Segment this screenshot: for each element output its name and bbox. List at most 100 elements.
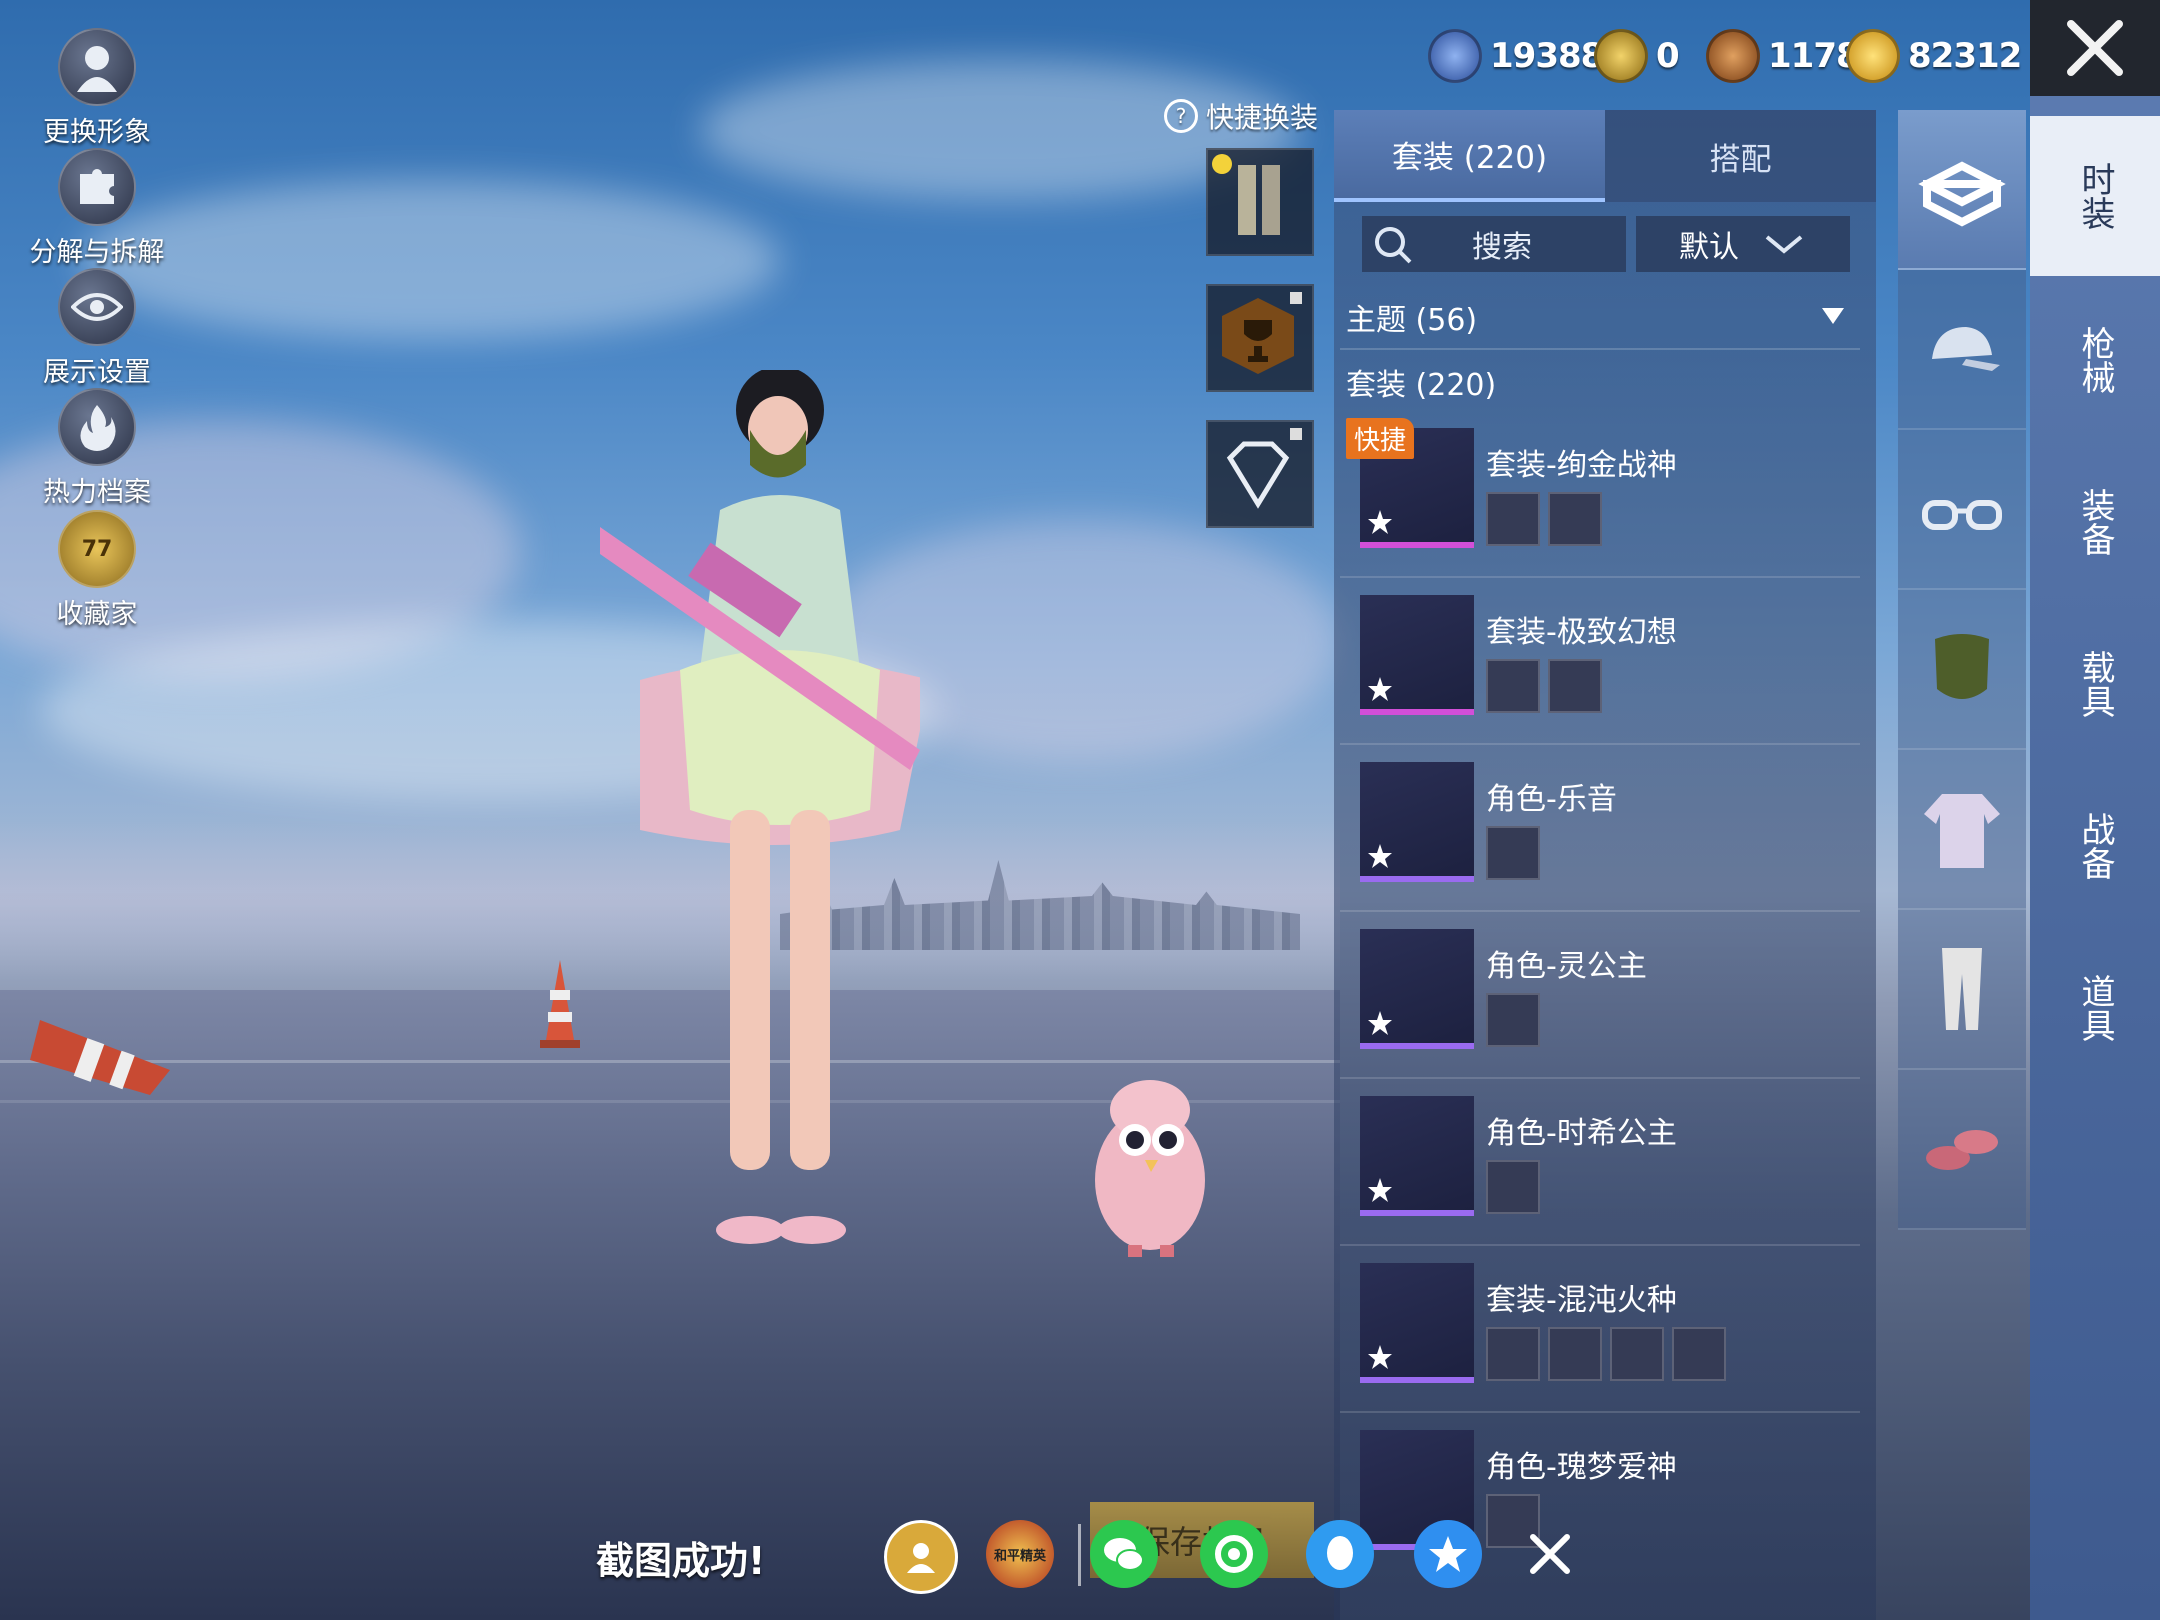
side-tab-items[interactable]: 道具	[2030, 928, 2160, 1088]
cap-icon	[1932, 327, 2000, 371]
quick-outfit-help[interactable]: ? 快捷换装	[1164, 96, 1318, 136]
currency-medal[interactable]: 19388	[1428, 28, 1604, 84]
part-icon[interactable]	[1486, 1160, 1540, 1214]
category-hat[interactable]	[1898, 270, 2026, 430]
quick-outfit-label: 快捷换装	[1206, 101, 1319, 134]
category-clothes[interactable]	[1898, 750, 2026, 910]
currency-gold-emblem-value: 0	[1656, 36, 1680, 76]
currency-bronze-token[interactable]: 1178	[1706, 28, 1860, 84]
side-tab-fashion[interactable]: 时装	[2030, 116, 2160, 276]
item-name: 角色-灵公主	[1486, 949, 1647, 984]
category-shoes[interactable]	[1898, 1070, 2026, 1230]
list-item[interactable]: 套装-混沌火种	[1340, 1245, 1860, 1413]
wechat-icon[interactable]	[1090, 1520, 1158, 1588]
help-icon: ?	[1164, 99, 1198, 133]
side-tab-guns[interactable]: 枪械	[2030, 280, 2160, 440]
puzzle-icon	[58, 148, 136, 226]
heat-archive-label: 热力档案	[43, 477, 151, 508]
side-tab-vehicles[interactable]: 载具	[2030, 604, 2160, 764]
divider	[1078, 1524, 1081, 1586]
part-icon[interactable]	[1548, 659, 1602, 713]
traffic-cone-left	[30, 1020, 170, 1095]
quick-slot-3-locked[interactable]	[1206, 420, 1314, 528]
list-item[interactable]: 角色-乐音	[1340, 744, 1860, 912]
pet-companion[interactable]	[1090, 1060, 1210, 1260]
eye-icon	[58, 268, 136, 346]
triangle-down-icon[interactable]	[1820, 306, 1846, 326]
part-icon[interactable]	[1486, 492, 1540, 546]
collector-badge-icon: 77	[58, 510, 136, 588]
search-icon	[1375, 227, 1412, 264]
outfit-thumbnail	[1212, 154, 1280, 235]
sort-label: 默认	[1679, 230, 1739, 265]
list-item[interactable]: 角色-灵公主	[1340, 911, 1860, 1079]
player-character[interactable]	[600, 370, 920, 1250]
gamecenter-share-icon[interactable]	[884, 1520, 958, 1594]
decompose-button[interactable]: 分解与拆解	[22, 148, 172, 269]
list-item[interactable]: 角色-时希公主	[1340, 1078, 1860, 1246]
currency-lightning[interactable]: 82312	[1846, 28, 2022, 84]
qq-icon[interactable]	[1306, 1520, 1374, 1588]
close-button[interactable]	[2030, 0, 2160, 96]
close-icon	[2067, 20, 2123, 76]
side-tab-combat-prep[interactable]: 战备	[2030, 766, 2160, 926]
quick-slot-2-locked[interactable]	[1206, 284, 1314, 392]
side-tab-label: 装备	[2075, 488, 2115, 556]
tab-combos[interactable]: 搭配	[1605, 110, 1876, 202]
quick-slot-1[interactable]	[1206, 148, 1314, 256]
display-settings-button[interactable]: 展示设置	[22, 268, 172, 389]
outfit-thumbnail	[1360, 929, 1474, 1049]
category-outfit[interactable]	[1898, 110, 2026, 270]
category-mask[interactable]	[1898, 590, 2026, 750]
share-close-button[interactable]	[1516, 1520, 1584, 1588]
part-icon[interactable]	[1486, 993, 1540, 1047]
heat-archive-button[interactable]: 热力档案	[22, 388, 172, 509]
outfit-tabs: 套装 (220) 搭配	[1334, 110, 1876, 202]
screenshot-toast: 截图成功!	[596, 1539, 766, 1583]
peace-elite-logo: 和平精英	[993, 1548, 1046, 1564]
gold-emblem-icon	[1594, 29, 1648, 83]
collector-button[interactable]: 77 收藏家	[22, 510, 172, 631]
search-input[interactable]: 搜索	[1362, 216, 1626, 272]
quick-badge: 快捷	[1346, 418, 1415, 459]
part-icon[interactable]	[1672, 1327, 1726, 1381]
change-avatar-label: 更换形象	[43, 117, 151, 148]
mask-icon	[1935, 634, 1989, 699]
part-icon[interactable]	[1486, 826, 1540, 880]
collector-level: 77	[81, 536, 113, 562]
bronze-token-icon	[1706, 29, 1760, 83]
sort-dropdown[interactable]: 默认	[1636, 216, 1850, 272]
change-avatar-button[interactable]: 更换形象	[22, 28, 172, 149]
close-icon	[1530, 1534, 1570, 1574]
medal-coin-icon	[1428, 29, 1482, 83]
clothes-icon	[1924, 794, 2000, 868]
part-icon[interactable]	[1486, 1327, 1540, 1381]
search-placeholder: 搜索	[1472, 230, 1532, 265]
star-icon	[1368, 1345, 1392, 1369]
currency-gold-emblem[interactable]: 0	[1594, 28, 1680, 84]
outfit-thumbnail	[1360, 1096, 1474, 1216]
category-pants[interactable]	[1898, 910, 2026, 1070]
peace-elite-share-icon[interactable]: 和平精英	[986, 1520, 1054, 1588]
moments-icon[interactable]	[1200, 1520, 1268, 1588]
category-glasses[interactable]	[1898, 430, 2026, 590]
item-name: 套装-混沌火种	[1486, 1283, 1677, 1318]
item-name: 套装-绚金战神	[1486, 448, 1677, 483]
diamond-icon	[1226, 428, 1302, 509]
side-tab-equipment[interactable]: 装备	[2030, 442, 2160, 602]
glasses-icon	[1922, 500, 2002, 530]
list-item[interactable]: 套装-极致幻想	[1340, 577, 1860, 745]
flame-icon	[58, 388, 136, 466]
part-icon[interactable]	[1548, 492, 1602, 546]
list-item[interactable]: 套装-绚金战神	[1340, 410, 1860, 578]
part-icon[interactable]	[1486, 659, 1540, 713]
star-icon	[1368, 1178, 1392, 1202]
part-icon[interactable]	[1610, 1327, 1664, 1381]
star-icon	[1368, 510, 1392, 534]
tab-sets[interactable]: 套装 (220)	[1334, 110, 1605, 202]
part-icon[interactable]	[1548, 1327, 1602, 1381]
currency-medal-value: 19388	[1490, 36, 1604, 76]
item-name: 套装-极致幻想	[1486, 615, 1677, 650]
qzone-icon[interactable]	[1414, 1520, 1482, 1588]
theme-section-header[interactable]: 主题 (56)	[1346, 295, 1477, 339]
